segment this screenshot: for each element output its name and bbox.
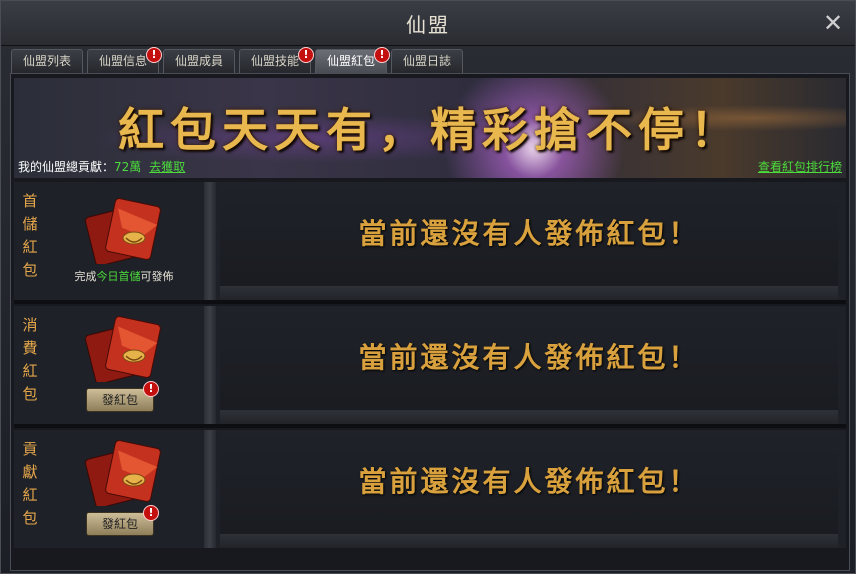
banner: 紅包天天有，精彩搶不停！ 我的仙盟總貢獻：72萬 去獲取 查看紅包排行榜 [14, 78, 846, 178]
alert-badge-icon: ! [374, 47, 390, 63]
guild-window: 仙盟 ✕ 仙盟列表 仙盟信息! 仙盟成員 仙盟技能! 仙盟紅包! 仙盟日誌 紅包… [0, 0, 856, 574]
row-label: 貢獻紅包 [22, 440, 38, 527]
earn-contribution-link[interactable]: 去獲取 [149, 160, 185, 174]
divider-pillar [204, 182, 216, 300]
contribution-value: 72萬 [114, 160, 142, 174]
window-title: 仙盟 [406, 13, 450, 37]
red-packet-row-first-recharge: 首儲紅包 完成今日首儲可發佈 當前還沒有人發佈紅包！ [14, 182, 846, 300]
red-envelope-icon [84, 198, 161, 264]
red-packet-row-spending: 消費紅包 發紅包 ! 當前還沒有人發佈紅包！ [14, 306, 846, 424]
empty-message: 當前還沒有人發佈紅包！ [358, 341, 700, 374]
send-red-packet-button[interactable]: 發紅包 ! [86, 381, 159, 412]
contribution-label: 我的仙盟總貢獻： [18, 160, 115, 174]
close-icon[interactable]: ✕ [821, 11, 845, 35]
divider-pillar [204, 306, 216, 424]
red-packet-row-contribution: 貢獻紅包 發紅包 ! 當前還沒有人發佈紅包！ [14, 430, 846, 548]
red-envelope-icon [84, 316, 161, 382]
alert-badge-icon: ! [298, 47, 314, 63]
alert-badge-icon: ! [146, 47, 162, 63]
red-envelope-icon [84, 440, 161, 506]
red-packet-ranking-link[interactable]: 查看紅包排行榜 [758, 158, 842, 175]
tab-guild-members[interactable]: 仙盟成員 [163, 49, 235, 73]
tab-guild-skills[interactable]: 仙盟技能! [239, 47, 314, 73]
empty-message: 當前還沒有人發佈紅包！ [358, 465, 700, 498]
red-packet-panel: 紅包天天有，精彩搶不停！ 我的仙盟總貢獻：72萬 去獲取 查看紅包排行榜 首儲紅包… [10, 73, 850, 571]
tab-guild-red-packets[interactable]: 仙盟紅包! [315, 47, 390, 73]
alert-badge-icon: ! [143, 505, 159, 521]
send-red-packet-button[interactable]: 發紅包 ! [86, 505, 159, 536]
title-bar: 仙盟 ✕ [1, 1, 855, 46]
divider-pillar [204, 430, 216, 548]
row-label: 首儲紅包 [22, 192, 38, 279]
tab-guild-info[interactable]: 仙盟信息! [87, 47, 162, 73]
guild-contribution: 我的仙盟總貢獻：72萬 去獲取 [18, 158, 185, 175]
alert-badge-icon: ! [143, 381, 159, 397]
first-recharge-hint: 完成今日首儲可發佈 [74, 270, 174, 283]
row-label: 消費紅包 [22, 316, 38, 403]
tab-guild-log[interactable]: 仙盟日誌 [391, 49, 463, 73]
banner-slogan: 紅包天天有，精彩搶不停！ [118, 103, 742, 157]
empty-message: 當前還沒有人發佈紅包！ [358, 217, 700, 250]
tab-guild-list[interactable]: 仙盟列表 [11, 49, 83, 73]
